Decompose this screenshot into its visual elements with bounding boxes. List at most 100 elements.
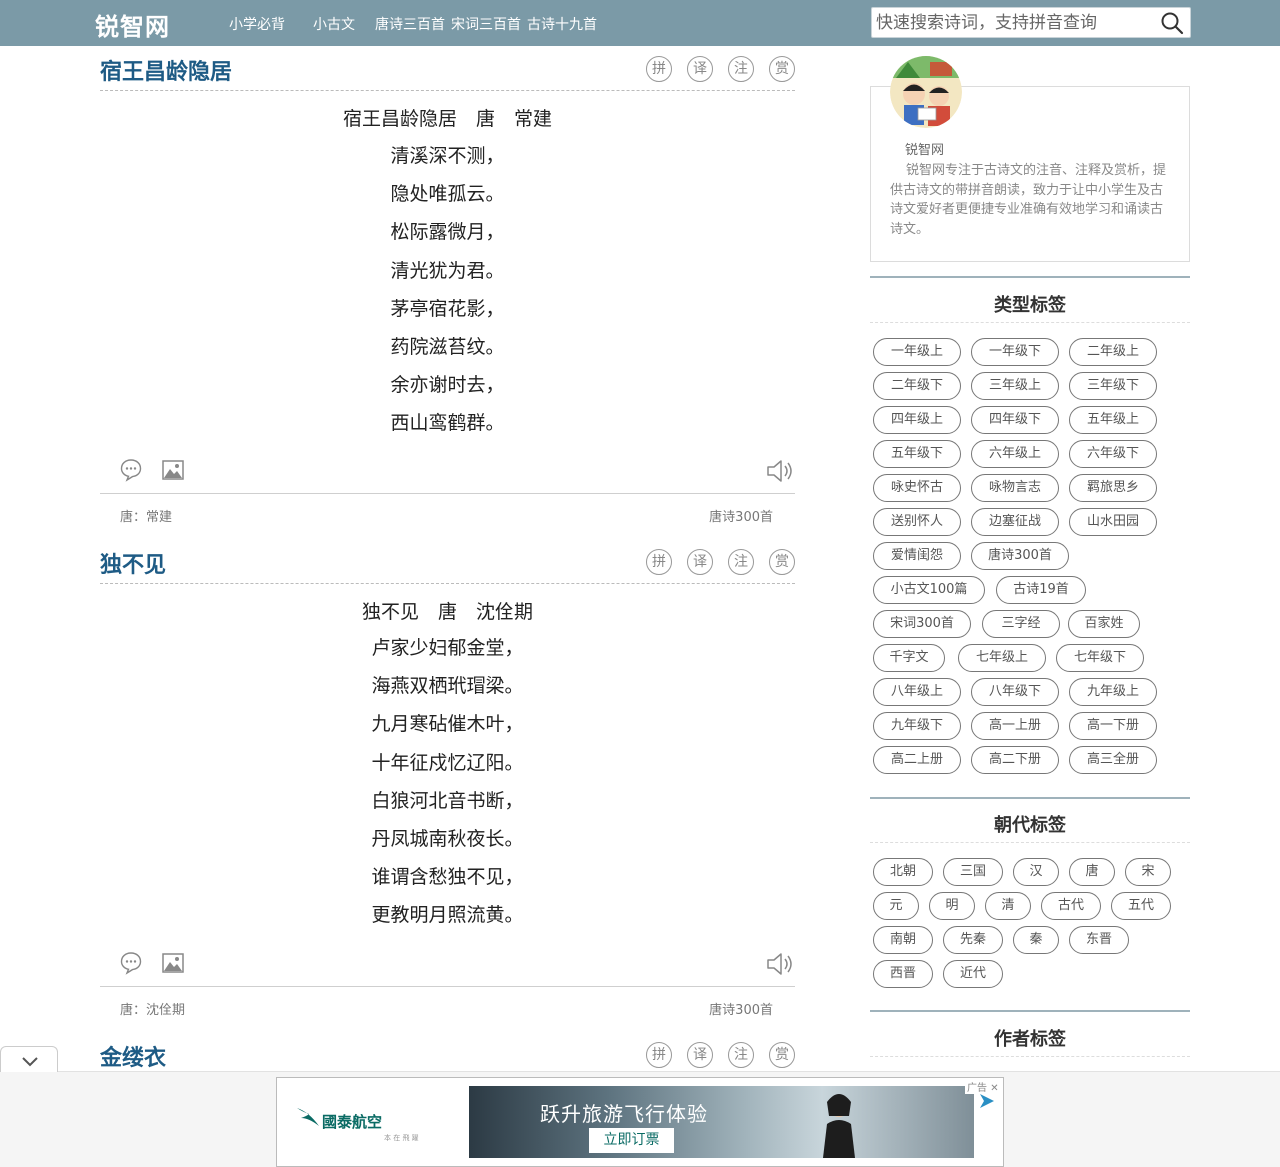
type-tag[interactable]: 三年级下 (1069, 372, 1157, 400)
nav-link-xiaoguwen[interactable]: 小古文 (313, 14, 355, 34)
type-tag[interactable]: 古诗19首 (996, 576, 1086, 604)
dynasty-tag[interactable]: 三国 (943, 858, 1003, 886)
poem-title[interactable]: 独不见 (100, 547, 166, 579)
type-tag[interactable]: 七年级上 (958, 644, 1046, 672)
type-tag[interactable]: 爱情闺怨 (873, 542, 961, 570)
translate-icon[interactable]: 译 (687, 56, 713, 82)
dynasty-tag[interactable]: 五代 (1111, 892, 1171, 920)
dynasty-tag[interactable]: 汉 (1013, 858, 1059, 886)
nav-link-xiaoxue[interactable]: 小学必背 (229, 14, 285, 34)
type-tag[interactable]: 二年级下 (873, 372, 961, 400)
poem-title[interactable]: 金缕衣 (100, 1040, 166, 1071)
nav-link-tangshi[interactable]: 唐诗三百首 (375, 14, 445, 34)
type-tag[interactable]: 四年级下 (971, 406, 1059, 434)
nav-link-gushi19[interactable]: 古诗十九首 (527, 14, 597, 34)
type-tag[interactable]: 高一下册 (1069, 712, 1157, 740)
poem-toolbar (120, 458, 795, 488)
type-tag[interactable]: 边塞征战 (971, 508, 1059, 536)
dynasty-tag[interactable]: 宋 (1125, 858, 1171, 886)
dynasty-tag[interactable]: 唐 (1069, 858, 1115, 886)
image-icon[interactable] (161, 951, 185, 975)
type-tag[interactable]: 高一上册 (971, 712, 1059, 740)
type-tag[interactable]: 小古文100篇 (873, 576, 985, 604)
type-tag[interactable]: 羁旅思乡 (1069, 474, 1157, 502)
type-tag[interactable]: 三字经 (982, 610, 1060, 638)
pinyin-icon[interactable]: 拼 (646, 1042, 672, 1068)
dynasty-tag[interactable]: 近代 (943, 960, 1003, 988)
type-tag[interactable]: 咏史怀古 (873, 474, 961, 502)
type-tag[interactable]: 六年级上 (971, 440, 1059, 468)
type-tag[interactable]: 七年级下 (1056, 644, 1144, 672)
image-icon[interactable] (161, 458, 185, 482)
poem-author[interactable]: 唐：沈佺期 (120, 999, 185, 1018)
divider (870, 1056, 1190, 1057)
type-tag[interactable]: 高三全册 (1069, 746, 1157, 774)
translate-icon[interactable]: 译 (687, 549, 713, 575)
dynasty-tag[interactable]: 明 (929, 892, 975, 920)
ad-book-button[interactable]: 立即订票 (589, 1128, 674, 1153)
poem-author[interactable]: 唐：常建 (120, 506, 172, 525)
type-tag[interactable]: 一年级上 (873, 338, 961, 366)
pinyin-icon[interactable]: 拼 (646, 549, 672, 575)
dynasty-tag[interactable]: 清 (985, 892, 1031, 920)
translate-icon[interactable]: 译 (687, 1042, 713, 1068)
poem-title[interactable]: 宿王昌龄隐居 (100, 54, 232, 86)
poem-line: 茅亭宿花影， (390, 297, 505, 320)
type-tag[interactable]: 山水田园 (1069, 508, 1157, 536)
type-tag[interactable]: 一年级下 (971, 338, 1059, 366)
type-tag[interactable]: 千字文 (873, 644, 945, 672)
collapse-ad-button[interactable] (0, 1046, 58, 1072)
appreciate-icon[interactable]: 赏 (769, 1042, 795, 1068)
type-tag[interactable]: 百家姓 (1068, 610, 1140, 638)
type-tag[interactable]: 二年级上 (1069, 338, 1157, 366)
search-icon[interactable] (1160, 11, 1184, 35)
poem-collection[interactable]: 唐诗300首 (709, 506, 773, 525)
type-tag[interactable]: 六年级下 (1069, 440, 1157, 468)
type-tag[interactable]: 八年级下 (971, 678, 1059, 706)
ad-banner[interactable]: 國泰航空 本 在 飛 躍 跃升旅游飞行体验 立即订票 广告 ✕ (276, 1077, 1004, 1167)
speaker-icon[interactable] (766, 951, 796, 977)
comment-icon[interactable] (120, 951, 142, 975)
annotate-icon[interactable]: 注 (728, 549, 754, 575)
poem-collection[interactable]: 唐诗300首 (709, 999, 773, 1018)
search-input[interactable] (876, 10, 1156, 35)
annotate-icon[interactable]: 注 (728, 56, 754, 82)
type-tag[interactable]: 五年级上 (1069, 406, 1157, 434)
section-divider (870, 797, 1190, 799)
type-tag[interactable]: 八年级上 (873, 678, 961, 706)
dynasty-tag[interactable]: 秦 (1013, 926, 1059, 954)
pinyin-icon[interactable]: 拼 (646, 56, 672, 82)
type-tag[interactable]: 高二上册 (873, 746, 961, 774)
section-divider (870, 276, 1190, 278)
type-tag[interactable]: 九年级下 (873, 712, 961, 740)
type-tag[interactable]: 唐诗300首 (971, 542, 1069, 570)
dynasty-tag[interactable]: 南朝 (873, 926, 933, 954)
dynasty-tag[interactable]: 古代 (1041, 892, 1101, 920)
type-tag[interactable]: 宋词300首 (873, 610, 971, 638)
dynasty-tag[interactable]: 先秦 (943, 926, 1003, 954)
type-tag[interactable]: 咏物言志 (971, 474, 1059, 502)
type-tag[interactable]: 三年级上 (971, 372, 1059, 400)
dynasty-tag[interactable]: 东晋 (1069, 926, 1129, 954)
type-tag[interactable]: 九年级上 (1069, 678, 1157, 706)
chevron-down-icon (22, 1057, 38, 1067)
dynasty-tag[interactable]: 西晋 (873, 960, 933, 988)
poem-line: 谁谓含愁独不见， (371, 866, 524, 889)
nav-link-songci[interactable]: 宋词三百首 (451, 14, 521, 34)
poem-line: 十年征戍忆辽阳。 (371, 751, 524, 774)
poem-body: 清溪深不测， 隐处唯孤云。 松际露微月， 清光犹为君。 茅亭宿花影， 药院滋苔纹… (100, 137, 795, 443)
type-tag[interactable]: 四年级上 (873, 406, 961, 434)
comment-icon[interactable] (120, 458, 142, 482)
type-tag[interactable]: 五年级下 (873, 440, 961, 468)
annotate-icon[interactable]: 注 (728, 1042, 754, 1068)
speaker-icon[interactable] (766, 458, 796, 484)
type-tag[interactable]: 高二下册 (971, 746, 1059, 774)
appreciate-icon[interactable]: 赏 (769, 56, 795, 82)
dynasty-tag[interactable]: 元 (873, 892, 919, 920)
site-logo[interactable]: 锐智网 (95, 7, 170, 42)
type-tag[interactable]: 送别怀人 (873, 508, 961, 536)
appreciate-icon[interactable]: 赏 (769, 549, 795, 575)
adchoices-icon[interactable] (977, 1092, 997, 1110)
divider (870, 842, 1190, 843)
dynasty-tag[interactable]: 北朝 (873, 858, 933, 886)
